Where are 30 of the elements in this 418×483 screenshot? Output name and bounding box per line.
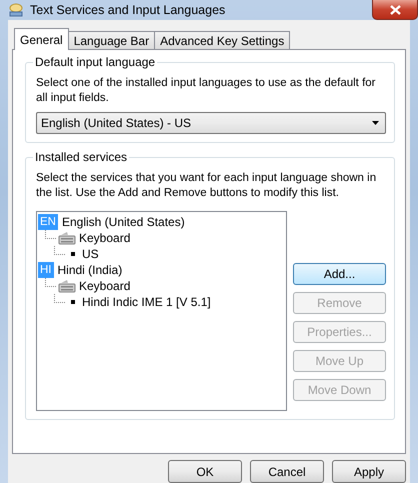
- dropdown-arrow-icon: [372, 121, 379, 125]
- action-button[interactable]: Add...: [293, 263, 386, 285]
- tab[interactable]: Advanced Key Settings: [154, 31, 290, 49]
- app-icon: [8, 2, 24, 18]
- dialog-button[interactable]: Apply: [332, 460, 406, 483]
- dialog-button[interactable]: Cancel: [250, 460, 324, 483]
- description-text: Select the services that you want for each input language shown in the list. Use the Add and Remove buttons to modify this list.: [36, 171, 378, 201]
- tree-item[interactable]: Hindi Indic IME 1 [V 5.1]: [82, 295, 211, 309]
- tree-item[interactable]: English (United States): [62, 215, 185, 229]
- bullet-icon: [71, 252, 75, 256]
- language-badge: EN: [38, 214, 58, 230]
- tab[interactable]: Language Bar: [68, 31, 156, 49]
- tree-item[interactable]: US: [82, 247, 99, 261]
- group-title: Default input language: [33, 55, 158, 69]
- keyboard-icon: [58, 231, 76, 245]
- close-icon: [390, 4, 400, 14]
- window-title: Text Services and Input Languages: [30, 3, 226, 17]
- dialog-button[interactable]: OK: [168, 460, 242, 483]
- group-title: Installed services: [33, 150, 130, 164]
- keyboard-icon: [58, 279, 76, 293]
- description-text: Select one of the installed input languages to use as the default for all input fields.: [36, 76, 376, 106]
- tab[interactable]: General: [14, 28, 69, 50]
- language-badge: HI: [38, 262, 54, 278]
- close-button[interactable]: [372, 0, 418, 20]
- services-tree[interactable]: EN English (United States) Keyboard US HI Hindi (India) Keyboard Hindi Indic IME 1 [V 5.1]: [36, 211, 287, 411]
- tree-item[interactable]: Keyboard: [79, 231, 130, 245]
- tree-item[interactable]: Hindi (India): [58, 263, 122, 277]
- tree-item[interactable]: Keyboard: [79, 279, 130, 293]
- bullet-icon: [71, 300, 75, 304]
- language-dropdown[interactable]: English (United States) - US: [36, 112, 386, 134]
